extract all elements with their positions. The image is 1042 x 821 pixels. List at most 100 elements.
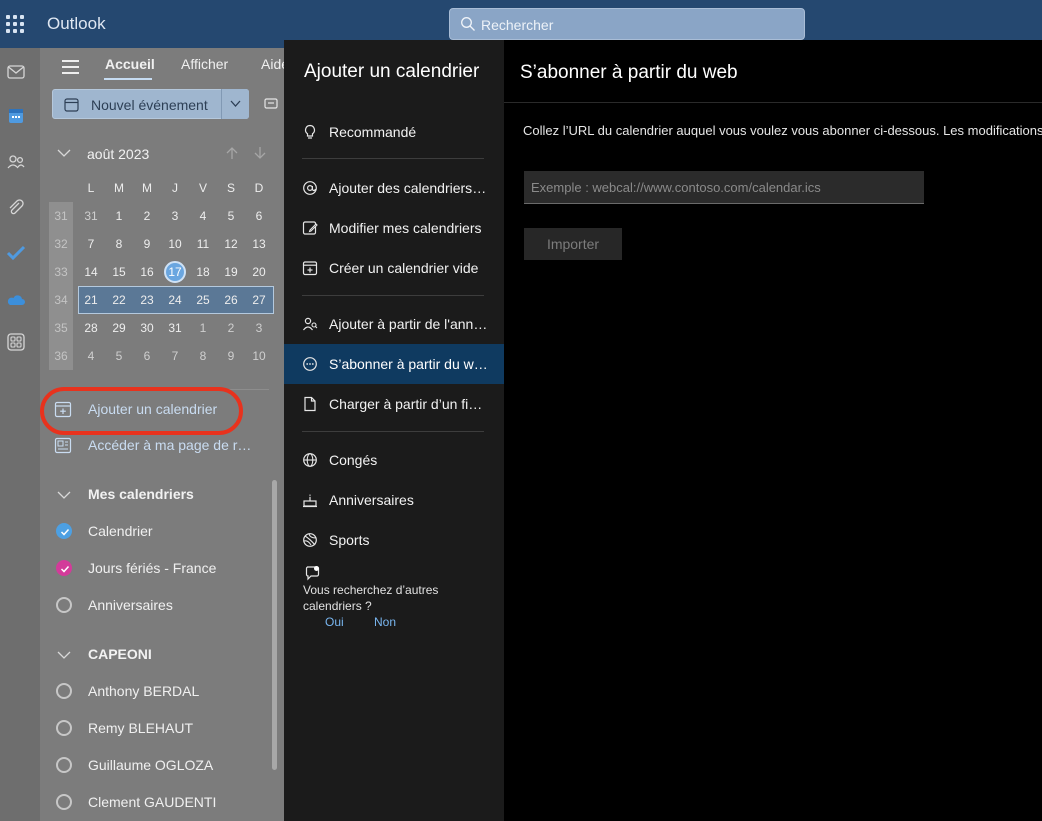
apps-icon[interactable] bbox=[6, 332, 26, 352]
collapse-chevron-icon[interactable] bbox=[57, 490, 71, 500]
calendar-icon[interactable] bbox=[6, 106, 26, 126]
calendar-day[interactable]: 21 bbox=[77, 286, 105, 314]
previous-month-icon[interactable] bbox=[225, 146, 239, 160]
calendar-day[interactable]: 14 bbox=[77, 258, 105, 286]
group-calendars-heading[interactable]: CAPEONI bbox=[88, 646, 152, 662]
calendar-day[interactable]: 5 bbox=[105, 342, 133, 370]
calendar-day[interactable]: 20 bbox=[245, 258, 273, 286]
calendar-day[interactable]: 31 bbox=[77, 202, 105, 230]
app-launcher-icon[interactable] bbox=[6, 15, 24, 33]
booking-page-link[interactable]: Accéder à ma page de réservation bbox=[54, 434, 274, 456]
calendar-day[interactable]: 2 bbox=[217, 314, 245, 342]
calendar-day[interactable]: 4 bbox=[77, 342, 105, 370]
calendar-day[interactable]: 29 bbox=[105, 314, 133, 342]
new-event-label: Nouvel événement bbox=[91, 97, 208, 113]
calendar-day[interactable]: 15 bbox=[105, 258, 133, 286]
feedback-yes-link[interactable]: Oui bbox=[325, 615, 344, 629]
week-number[interactable]: 33 bbox=[49, 258, 73, 286]
week-number[interactable]: 36 bbox=[49, 342, 73, 370]
import-button[interactable]: Importer bbox=[524, 228, 622, 260]
search-box[interactable]: Rechercher bbox=[449, 8, 805, 40]
hamburger-menu-icon[interactable] bbox=[62, 60, 79, 74]
feedback-no-link[interactable]: Non bbox=[374, 615, 396, 629]
dialog-menu-item[interactable]: Ajouter à partir de l'annuaire bbox=[284, 304, 504, 344]
scrollbar[interactable] bbox=[272, 480, 277, 770]
weekday-label: S bbox=[226, 181, 235, 195]
people-icon[interactable] bbox=[6, 152, 26, 172]
dialog-menu-item[interactable]: S’abonner à partir du web bbox=[284, 344, 504, 384]
calendar-day[interactable]: 18 bbox=[189, 258, 217, 286]
calendar-day[interactable]: 6 bbox=[133, 342, 161, 370]
checked-circle-icon bbox=[56, 523, 72, 539]
calendar-day[interactable]: 30 bbox=[133, 314, 161, 342]
dialog-menu-item[interactable]: Modifier mes calendriers bbox=[284, 208, 504, 248]
dialog-menu-item[interactable]: Sports bbox=[284, 520, 504, 560]
attach-icon[interactable] bbox=[6, 198, 26, 218]
month-label[interactable]: août 2023 bbox=[87, 146, 149, 162]
calendar-day[interactable]: 13 bbox=[245, 230, 273, 258]
calendar-day[interactable]: 1 bbox=[189, 314, 217, 342]
week-number[interactable]: 34 bbox=[49, 286, 73, 314]
calendar-day[interactable]: 1 bbox=[105, 202, 133, 230]
dialog-menu-item[interactable]: Charger à partir d’un fichier bbox=[284, 384, 504, 424]
calendar-day[interactable]: 26 bbox=[217, 286, 245, 314]
dialog-menu-item[interactable]: Anniversaires bbox=[284, 480, 504, 520]
calendar-day[interactable]: 10 bbox=[161, 230, 189, 258]
print-icon[interactable] bbox=[264, 96, 278, 110]
collapse-chevron-icon[interactable] bbox=[57, 148, 71, 158]
dialog-menu-item[interactable]: Ajouter des calendriers personnels bbox=[284, 168, 504, 208]
calendar-day[interactable]: 4 bbox=[189, 202, 217, 230]
dialog-menu-item[interactable]: Congés bbox=[284, 440, 504, 480]
tab-accueil[interactable]: Accueil bbox=[105, 56, 155, 72]
calendar-day[interactable]: 8 bbox=[105, 230, 133, 258]
calendar-day[interactable]: 27 bbox=[245, 286, 273, 314]
calendar-day[interactable]: 23 bbox=[133, 286, 161, 314]
calendar-day[interactable]: 10 bbox=[245, 342, 273, 370]
week-number[interactable]: 35 bbox=[49, 314, 73, 342]
globe-icon bbox=[303, 453, 317, 467]
app-title[interactable]: Outlook bbox=[47, 14, 106, 34]
booking-page-label: Accéder à ma page de réservation bbox=[88, 437, 258, 453]
todo-icon[interactable] bbox=[6, 243, 26, 263]
add-calendar-link[interactable]: Ajouter un calendrier bbox=[54, 398, 274, 420]
calendar-day[interactable]: 31 bbox=[161, 314, 189, 342]
calendar-day[interactable]: 9 bbox=[217, 342, 245, 370]
onedrive-icon[interactable] bbox=[6, 290, 26, 310]
calendar-day[interactable]: 16 bbox=[133, 258, 161, 286]
calendar-day[interactable]: 12 bbox=[217, 230, 245, 258]
calendar-url-input[interactable] bbox=[524, 171, 924, 204]
mail-icon[interactable] bbox=[6, 62, 26, 82]
week-number[interactable]: 31 bbox=[49, 202, 73, 230]
calendar-day[interactable]: 24 bbox=[161, 286, 189, 314]
calendar-day[interactable]: 28 bbox=[77, 314, 105, 342]
checked-circle-icon bbox=[56, 560, 72, 576]
dialog-menu-item[interactable]: Recommandé bbox=[284, 112, 504, 152]
new-event-dropdown[interactable] bbox=[221, 89, 249, 119]
calendar-day[interactable]: 19 bbox=[217, 258, 245, 286]
calendar-day[interactable]: 2 bbox=[133, 202, 161, 230]
file-icon bbox=[304, 396, 316, 412]
calendar-day[interactable]: 7 bbox=[161, 342, 189, 370]
collapse-chevron-icon[interactable] bbox=[57, 650, 71, 660]
calendar-day[interactable]: 3 bbox=[161, 202, 189, 230]
calendar-item-label: Guillaume OGLOZA bbox=[88, 757, 214, 773]
next-month-icon[interactable] bbox=[253, 146, 267, 160]
tab-afficher[interactable]: Afficher bbox=[181, 56, 228, 72]
week-number[interactable]: 32 bbox=[49, 230, 73, 258]
my-calendars-heading[interactable]: Mes calendriers bbox=[88, 486, 194, 502]
calendar-day[interactable]: 3 bbox=[245, 314, 273, 342]
calendar-day[interactable]: 5 bbox=[217, 202, 245, 230]
dialog-menu-item[interactable]: Créer un calendrier vide bbox=[284, 248, 504, 288]
calendar-day[interactable]: 8 bbox=[189, 342, 217, 370]
dialog-menu-label: Recommandé bbox=[329, 124, 417, 140]
new-event-button[interactable]: Nouvel événement bbox=[52, 89, 249, 119]
calendar-day[interactable]: 6 bbox=[245, 202, 273, 230]
calendar-day[interactable]: 17 bbox=[161, 258, 189, 286]
dialog-menu-label: Créer un calendrier vide bbox=[329, 260, 479, 276]
calendar-day[interactable]: 7 bbox=[77, 230, 105, 258]
calendar-day[interactable]: 9 bbox=[133, 230, 161, 258]
calendar-day[interactable]: 25 bbox=[189, 286, 217, 314]
tab-aide[interactable]: Aide bbox=[261, 56, 284, 72]
calendar-day[interactable]: 22 bbox=[105, 286, 133, 314]
calendar-day[interactable]: 11 bbox=[189, 230, 217, 258]
